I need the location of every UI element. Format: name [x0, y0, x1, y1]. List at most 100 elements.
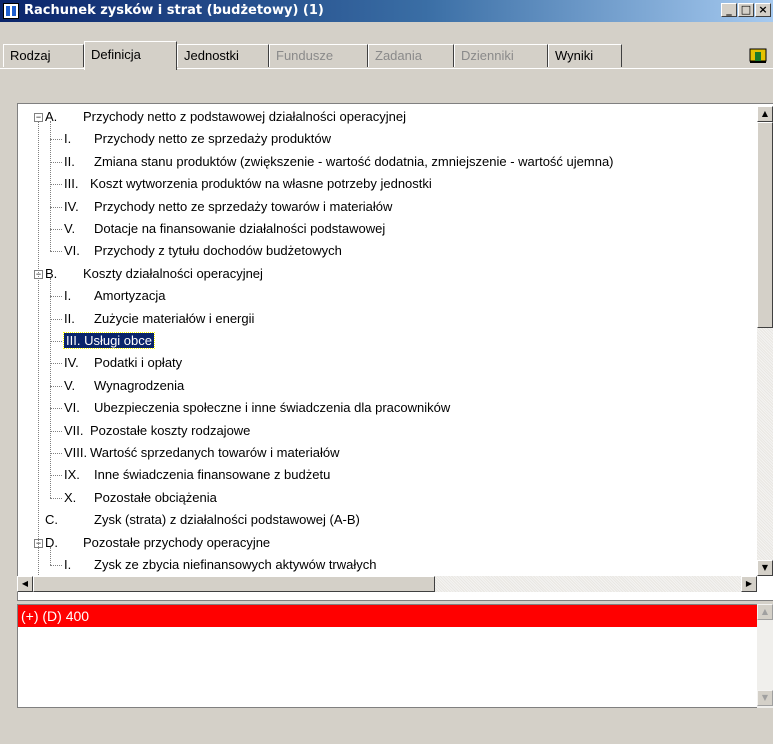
- tree-node-item[interactable]: III. Koszt wytworzenia produktów na własn…: [64, 173, 432, 195]
- tree-node-label: Przychody z tytułu dochodów budżetowych: [94, 243, 342, 259]
- tree-node-label: Zużycie materiałów i energii: [94, 310, 255, 326]
- tree-node-item[interactable]: IX. Inne świadczenia finansowane z budżet…: [64, 464, 330, 486]
- details-scroll-down-button[interactable]: ▼: [757, 690, 773, 706]
- tree-node-label: Przychody netto ze sprzedaży produktów: [94, 131, 332, 147]
- scroll-down-button[interactable]: ▼: [757, 560, 773, 576]
- tree-node-section[interactable]: − B. Koszty działalności operacyjnej: [34, 263, 263, 285]
- tree-node-code: IX.: [64, 467, 80, 483]
- tree-node-item[interactable]: VII. Pozostałe koszty rodzajowe: [64, 420, 250, 442]
- tree-connector: [50, 453, 62, 454]
- tree-node-label: Pozostałe koszty rodzajowe: [90, 422, 251, 438]
- tree-connector: [50, 341, 62, 342]
- tree-connector: [50, 121, 51, 252]
- tree-connector: [50, 565, 62, 566]
- tree-node-label: Dotacje na finansowanie działalności pod…: [94, 221, 386, 236]
- tab-zadania[interactable]: Zadania: [368, 44, 454, 67]
- tree-node-code: I.: [64, 288, 72, 304]
- tree-connector: [50, 139, 62, 141]
- tree-connector: [50, 385, 62, 387]
- tree-node-code: V.: [64, 221, 76, 236]
- tree-connector: [50, 296, 62, 298]
- tree-node-code: C.: [45, 512, 58, 528]
- tree-node-item[interactable]: I. Zysk ze zbycia niefinansowych aktywów …: [64, 554, 377, 576]
- window-title: Rachunek zysków i strat (budżetowy) (1): [24, 3, 324, 18]
- tree-node-label: Podatki i opłaty: [94, 355, 183, 371]
- exit-door-icon[interactable]: [748, 47, 768, 65]
- tab-jednostki[interactable]: Jednostki: [177, 44, 269, 67]
- tree-node-label: Zysk ze zbycia niefinansowych aktywów tr…: [94, 557, 377, 572]
- scroll-up-button[interactable]: ▲: [757, 106, 773, 122]
- tree-horizontal-scroll-thumb[interactable]: [33, 576, 435, 592]
- tree-node-code: VII.: [64, 422, 84, 438]
- tree-connector: [50, 546, 51, 565]
- tab-rodzaj[interactable]: Rodzaj: [3, 44, 84, 67]
- tree-node-code: II.: [64, 310, 75, 326]
- tree-connector: [50, 229, 62, 230]
- tab-wyniki[interactable]: Wyniki: [548, 44, 622, 67]
- tree-connector: [50, 408, 62, 410]
- tree-connector: [50, 475, 62, 477]
- tab-definicja[interactable]: Definicja: [84, 41, 177, 70]
- tree-node-code: VI.: [64, 400, 80, 416]
- tree-node-section[interactable]: − D. Pozostałe przychody operacyjne: [34, 532, 270, 554]
- maximize-button[interactable]: □: [738, 3, 754, 17]
- tree-node-code: VIII.: [64, 445, 88, 460]
- minimize-button[interactable]: _: [721, 3, 737, 17]
- details-scroll-up-button[interactable]: ▲: [757, 604, 773, 620]
- scroll-right-button[interactable]: ▶: [741, 576, 757, 592]
- tree-node-code: II.: [64, 153, 75, 169]
- tab-fundusze[interactable]: Fundusze: [269, 44, 368, 67]
- tree-node-code: X.: [64, 489, 77, 505]
- tree-node-item[interactable]: V. Wynagrodzenia: [64, 375, 184, 397]
- selected-node[interactable]: III. Usługi obce: [63, 332, 155, 349]
- tree-node-label: Koszty działalności operacyjnej: [83, 265, 263, 281]
- close-button[interactable]: ×: [755, 3, 771, 17]
- tree-vertical-scroll-thumb[interactable]: [757, 122, 773, 328]
- tree-node-label: Przychody netto ze sprzedaży towarów i m…: [94, 198, 393, 214]
- details-list[interactable]: (+) (D) 400: [17, 604, 773, 708]
- tree-node-label: Koszt wytworzenia produktów na własne po…: [90, 176, 432, 192]
- tree-node-item[interactable]: I. Przychody netto ze sprzedaży produktów: [64, 128, 331, 150]
- tree-node-item[interactable]: VI. Przychody z tytułu dochodów budżetowy…: [64, 240, 342, 262]
- tree-connector: [50, 251, 62, 253]
- tree-node-item[interactable]: V. Dotacje na finansowanie działalności p…: [64, 218, 385, 240]
- tab-dzienniki[interactable]: Dzienniki: [454, 44, 548, 67]
- tree-node-code: IV.: [64, 355, 79, 371]
- tree-node-item[interactable]: II. Zmiana stanu produktów (zwiększenie -…: [64, 151, 614, 173]
- tree-node-label: Wynagrodzenia: [94, 377, 185, 393]
- tree-node-code: III.: [64, 176, 79, 192]
- tree-node-code: IV.: [64, 198, 79, 214]
- scroll-left-button[interactable]: ◀: [17, 576, 33, 592]
- tree-node-code: I.: [64, 131, 72, 147]
- tree-node-label: Zysk (strata) z działalności podstawowej…: [94, 512, 360, 528]
- tree-connector: [50, 277, 51, 498]
- tree-node-section[interactable]: − A. Przychody netto z podstawowej działal…: [34, 106, 406, 128]
- tree-connector: [50, 318, 62, 320]
- tree-connector: [50, 184, 62, 186]
- tree-node-item[interactable]: II. Zużycie materiałów i energii: [64, 308, 254, 330]
- tree-node-item[interactable]: III. Usługi obce: [63, 330, 155, 352]
- tree-node-section[interactable]: C. Zysk (strata) z działalności podstawow…: [34, 509, 360, 531]
- app-icon: [3, 3, 19, 19]
- tree-node-item[interactable]: X. Pozostałe obciążenia: [64, 487, 217, 509]
- details-list-item[interactable]: (+) (D) 400: [18, 605, 757, 627]
- tree-connector: [50, 497, 62, 499]
- tree-node-item[interactable]: IV. Przychody netto ze sprzedaży towarów …: [64, 196, 392, 218]
- tree-node-item[interactable]: VIII. Wartość sprzedanych towarów i mater…: [64, 442, 340, 464]
- tree-connector: [50, 161, 62, 163]
- tree-connector: [50, 206, 62, 208]
- tree-node-label: Ubezpieczenia społeczne i inne świadczen…: [94, 400, 451, 416]
- tree-node-label: Amortyzacja: [94, 288, 166, 304]
- tree-node-item[interactable]: VI. Ubezpieczenia społeczne i inne świadc…: [64, 397, 450, 419]
- tree-node-label: Pozostałe przychody operacyjne: [83, 534, 271, 550]
- tree-node-code: I.: [64, 557, 72, 572]
- tree-node-item[interactable]: IV. Podatki i opłaty: [64, 352, 182, 374]
- definition-tree[interactable]: − A. Przychody netto z podstawowej działal…: [17, 103, 773, 601]
- tree-node-label: Przychody netto z podstawowej działalnoś…: [83, 109, 407, 124]
- tree-node-label: Pozostałe obciążenia: [94, 489, 217, 505]
- tree-node-code: VI.: [64, 243, 80, 259]
- tree-connector: [38, 121, 39, 592]
- title-bar: Rachunek zysków i strat (budżetowy) (1) …: [0, 0, 773, 22]
- tree-connector: [50, 363, 62, 365]
- tree-node-item[interactable]: I. Amortyzacja: [64, 285, 166, 307]
